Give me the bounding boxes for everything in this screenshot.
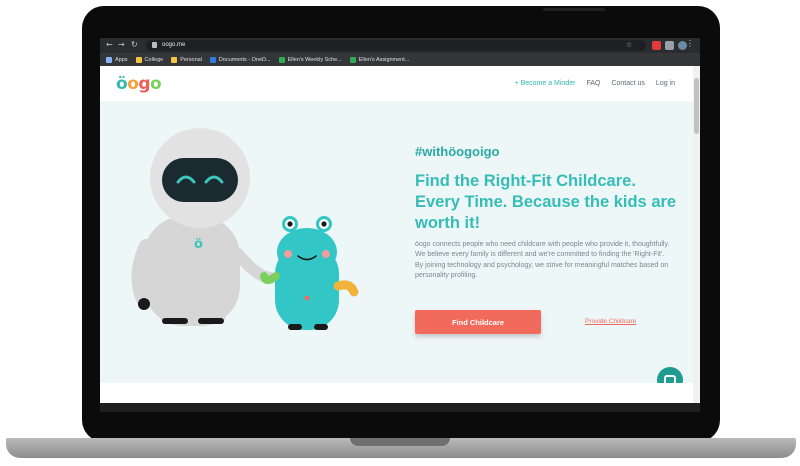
hero-description: öogo connects people who need childcare …	[415, 241, 670, 280]
oogo-logo[interactable]: öogo	[116, 74, 162, 94]
folder-icon	[171, 56, 178, 63]
provide-childcare-link[interactable]: Provide Childcare	[585, 318, 636, 325]
login-link[interactable]: Log in	[656, 80, 675, 87]
laptop-camera-bar	[543, 8, 605, 11]
puzzle-extension-icon[interactable]	[665, 41, 674, 50]
browser-toolbar: ← → ↻ oogo.me ☆ ⋮	[100, 38, 700, 53]
folder-icon	[135, 56, 142, 63]
laptop-notch	[350, 438, 450, 446]
scrollbar-thumb[interactable]	[694, 78, 699, 134]
reload-icon[interactable]: ↻	[131, 40, 138, 50]
onedrive-icon	[209, 56, 216, 63]
sheets-icon	[278, 56, 285, 63]
extension-red-icon[interactable]	[652, 41, 661, 50]
bookmark-assignments[interactable]: Ellen's Assignment...	[349, 56, 409, 63]
hero-headline: Find the Right-Fit Childcare. Every Time…	[415, 172, 677, 232]
sheets-icon	[349, 56, 356, 63]
page-scrollbar[interactable]	[693, 66, 700, 403]
bookmark-weekly-schedule[interactable]: Ellen's Weekly Sche...	[278, 56, 342, 63]
hero-hashtag: #withöogoigo	[415, 144, 500, 159]
bookmark-college[interactable]: College	[135, 56, 163, 63]
address-bar[interactable]: oogo.me ☆	[146, 40, 646, 51]
teal-mascot	[260, 216, 359, 330]
apps-grid-icon	[106, 56, 112, 63]
bookmarks-bar: Apps College Personal Documents - OneD..…	[100, 53, 700, 66]
site-header: öogo + Become a Minder FAQ Contact us Lo…	[100, 66, 693, 101]
bookmark-apps[interactable]: Apps	[106, 56, 128, 63]
find-childcare-button[interactable]: Find Childcare	[415, 310, 541, 334]
become-minder-link[interactable]: + Become a Minder	[515, 80, 576, 87]
svg-text:ö: ö	[194, 237, 203, 252]
mascot-illustration: ö	[131, 128, 359, 330]
faq-link[interactable]: FAQ	[586, 80, 600, 87]
lock-icon	[152, 42, 157, 48]
back-arrow-icon[interactable]: ←	[106, 40, 113, 50]
contact-link[interactable]: Contact us	[611, 80, 644, 87]
laptop-screen: ← → ↻ oogo.me ☆ ⋮ Apps College Personal …	[100, 38, 700, 412]
site-nav: + Become a Minder FAQ Contact us Log in	[515, 80, 675, 87]
robot-mascot: ö	[131, 128, 276, 326]
url-text: oogo.me	[162, 42, 186, 48]
page-below-fold	[100, 383, 693, 403]
forward-arrow-icon[interactable]: →	[118, 40, 125, 50]
browser-menu-icon[interactable]: ⋮	[686, 39, 694, 49]
bookmark-onedrive[interactable]: Documents - OneD...	[209, 56, 271, 63]
hero-section: ö #withöogoigo Find the Right-Fit Childc…	[100, 101, 693, 393]
star-icon[interactable]: ☆	[626, 40, 632, 50]
os-taskbar	[100, 403, 700, 412]
bookmark-personal[interactable]: Personal	[171, 56, 202, 63]
